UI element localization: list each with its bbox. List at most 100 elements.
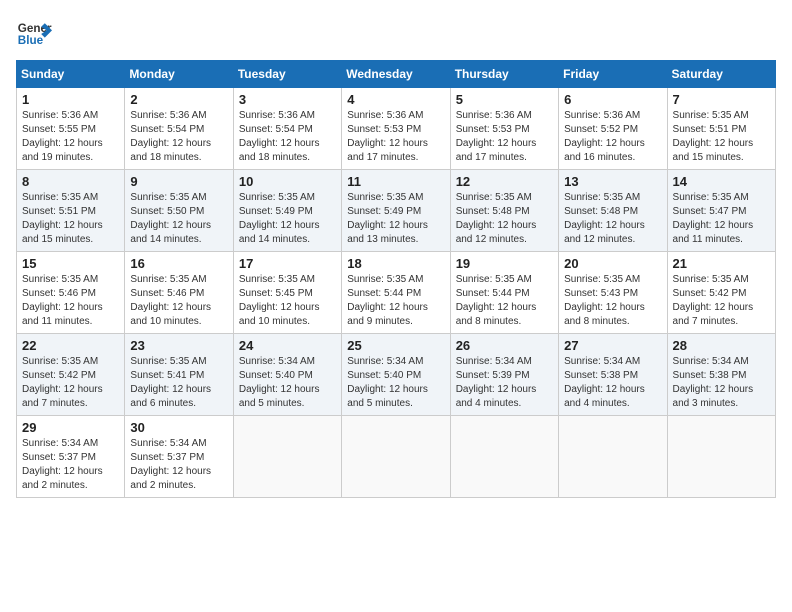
calendar-day: 13 Sunrise: 5:35 AM Sunset: 5:48 PM Dayli… [559, 170, 667, 252]
calendar-day: 3Sunrise: 5:36 AM Sunset: 5:54 PM Daylig… [233, 88, 341, 170]
weekday-header: Thursday [450, 61, 558, 88]
day-info: Sunrise: 5:35 AM Sunset: 5:51 PM Dayligh… [22, 191, 119, 247]
calendar-table: SundayMondayTuesdayWednesdayThursdayFrid… [16, 60, 776, 498]
calendar-day: 10Sunrise: 5:35 AM Sunset: 5:49 PM Dayli… [233, 170, 341, 252]
day-info: Sunrise: 5:36 AM Sunset: 5:53 PM Dayligh… [347, 109, 444, 165]
day-number: 6 [564, 92, 661, 107]
day-info: Sunrise: 5:35 AM Sunset: 5:48 PM Dayligh… [456, 191, 553, 247]
day-info: Sunrise: 5:34 AM Sunset: 5:37 PM Dayligh… [130, 437, 227, 493]
day-info: Sunrise: 5:35 AM Sunset: 5:45 PM Dayligh… [239, 273, 336, 329]
calendar-day: 5 Sunrise: 5:36 AM Sunset: 5:53 PM Daylig… [450, 88, 558, 170]
day-info: Sunrise: 5:35 AM Sunset: 5:49 PM Dayligh… [347, 191, 444, 247]
calendar-day: 1 Sunrise: 5:36 AM Sunset: 5:55 PM Daylig… [17, 88, 125, 170]
day-number: 18 [347, 256, 444, 271]
calendar-day: 11 Sunrise: 5:35 AM Sunset: 5:49 PM Dayli… [342, 170, 450, 252]
day-info: Sunrise: 5:34 AM Sunset: 5:38 PM Dayligh… [564, 355, 661, 411]
calendar-day: 20Sunrise: 5:35 AM Sunset: 5:43 PM Dayli… [559, 252, 667, 334]
day-number: 27 [564, 338, 661, 353]
day-number: 10 [239, 174, 336, 189]
day-number: 12 [456, 174, 553, 189]
day-info: Sunrise: 5:36 AM Sunset: 5:53 PM Dayligh… [456, 109, 553, 165]
day-info: Sunrise: 5:35 AM Sunset: 5:46 PM Dayligh… [130, 273, 227, 329]
day-info: Sunrise: 5:35 AM Sunset: 5:44 PM Dayligh… [347, 273, 444, 329]
day-number: 14 [673, 174, 770, 189]
day-number: 25 [347, 338, 444, 353]
day-number: 3 [239, 92, 336, 107]
day-number: 13 [564, 174, 661, 189]
calendar-day: 6 Sunrise: 5:36 AM Sunset: 5:52 PM Daylig… [559, 88, 667, 170]
calendar-day: 24 Sunrise: 5:34 AM Sunset: 5:40 PM Dayli… [233, 334, 341, 416]
day-info: Sunrise: 5:35 AM Sunset: 5:42 PM Dayligh… [22, 355, 119, 411]
day-number: 26 [456, 338, 553, 353]
day-number: 5 [456, 92, 553, 107]
logo: General Blue [16, 16, 52, 52]
calendar-day: 16 Sunrise: 5:35 AM Sunset: 5:46 PM Dayli… [125, 252, 233, 334]
day-info: Sunrise: 5:35 AM Sunset: 5:42 PM Dayligh… [673, 273, 770, 329]
calendar-day: 7 Sunrise: 5:35 AM Sunset: 5:51 PM Daylig… [667, 88, 775, 170]
day-number: 23 [130, 338, 227, 353]
day-number: 17 [239, 256, 336, 271]
day-info: Sunrise: 5:35 AM Sunset: 5:41 PM Dayligh… [130, 355, 227, 411]
day-info: Sunrise: 5:35 AM Sunset: 5:51 PM Dayligh… [673, 109, 770, 165]
calendar-day: 28 Sunrise: 5:34 AM Sunset: 5:38 PM Dayli… [667, 334, 775, 416]
calendar-day: 9 Sunrise: 5:35 AM Sunset: 5:50 PM Daylig… [125, 170, 233, 252]
day-info: Sunrise: 5:35 AM Sunset: 5:44 PM Dayligh… [456, 273, 553, 329]
calendar-day: 25Sunrise: 5:34 AM Sunset: 5:40 PM Dayli… [342, 334, 450, 416]
day-info: Sunrise: 5:35 AM Sunset: 5:48 PM Dayligh… [564, 191, 661, 247]
day-number: 24 [239, 338, 336, 353]
day-number: 7 [673, 92, 770, 107]
calendar-header: SundayMondayTuesdayWednesdayThursdayFrid… [17, 61, 776, 88]
day-info: Sunrise: 5:35 AM Sunset: 5:46 PM Dayligh… [22, 273, 119, 329]
calendar-day: 8 Sunrise: 5:35 AM Sunset: 5:51 PM Daylig… [17, 170, 125, 252]
weekday-header: Saturday [667, 61, 775, 88]
calendar-day: 21 Sunrise: 5:35 AM Sunset: 5:42 PM Dayli… [667, 252, 775, 334]
weekday-header: Monday [125, 61, 233, 88]
day-number: 19 [456, 256, 553, 271]
calendar-day: 26 Sunrise: 5:34 AM Sunset: 5:39 PM Dayli… [450, 334, 558, 416]
day-number: 2 [130, 92, 227, 107]
svg-text:Blue: Blue [18, 34, 44, 47]
day-number: 9 [130, 174, 227, 189]
calendar-day: 22 Sunrise: 5:35 AM Sunset: 5:42 PM Dayli… [17, 334, 125, 416]
empty-day [233, 416, 341, 498]
day-number: 16 [130, 256, 227, 271]
calendar-day: 4Sunrise: 5:36 AM Sunset: 5:53 PM Daylig… [342, 88, 450, 170]
weekday-header: Tuesday [233, 61, 341, 88]
day-number: 8 [22, 174, 119, 189]
day-number: 15 [22, 256, 119, 271]
day-number: 28 [673, 338, 770, 353]
weekday-header: Friday [559, 61, 667, 88]
day-info: Sunrise: 5:36 AM Sunset: 5:54 PM Dayligh… [130, 109, 227, 165]
day-info: Sunrise: 5:34 AM Sunset: 5:39 PM Dayligh… [456, 355, 553, 411]
weekday-header: Sunday [17, 61, 125, 88]
day-info: Sunrise: 5:34 AM Sunset: 5:40 PM Dayligh… [239, 355, 336, 411]
empty-day [342, 416, 450, 498]
day-number: 21 [673, 256, 770, 271]
calendar-day: 2 Sunrise: 5:36 AM Sunset: 5:54 PM Daylig… [125, 88, 233, 170]
calendar-day: 30 Sunrise: 5:34 AM Sunset: 5:37 PM Dayli… [125, 416, 233, 498]
calendar-day: 27 Sunrise: 5:34 AM Sunset: 5:38 PM Dayli… [559, 334, 667, 416]
calendar-day: 17 Sunrise: 5:35 AM Sunset: 5:45 PM Dayli… [233, 252, 341, 334]
empty-day [559, 416, 667, 498]
day-number: 11 [347, 174, 444, 189]
weekday-header: Wednesday [342, 61, 450, 88]
day-info: Sunrise: 5:36 AM Sunset: 5:55 PM Dayligh… [22, 109, 119, 165]
day-number: 1 [22, 92, 119, 107]
day-info: Sunrise: 5:35 AM Sunset: 5:47 PM Dayligh… [673, 191, 770, 247]
empty-day [450, 416, 558, 498]
day-info: Sunrise: 5:34 AM Sunset: 5:37 PM Dayligh… [22, 437, 119, 493]
day-number: 20 [564, 256, 661, 271]
day-info: Sunrise: 5:36 AM Sunset: 5:52 PM Dayligh… [564, 109, 661, 165]
calendar-day: 19 Sunrise: 5:35 AM Sunset: 5:44 PM Dayli… [450, 252, 558, 334]
empty-day [667, 416, 775, 498]
calendar-day: 14 Sunrise: 5:35 AM Sunset: 5:47 PM Dayli… [667, 170, 775, 252]
calendar-day: 15 Sunrise: 5:35 AM Sunset: 5:46 PM Dayli… [17, 252, 125, 334]
calendar-day: 29 Sunrise: 5:34 AM Sunset: 5:37 PM Dayli… [17, 416, 125, 498]
day-info: Sunrise: 5:35 AM Sunset: 5:50 PM Dayligh… [130, 191, 227, 247]
day-number: 22 [22, 338, 119, 353]
logo-icon: General Blue [16, 16, 52, 52]
day-number: 30 [130, 420, 227, 435]
day-number: 29 [22, 420, 119, 435]
page-header: General Blue [16, 16, 776, 52]
day-info: Sunrise: 5:34 AM Sunset: 5:38 PM Dayligh… [673, 355, 770, 411]
